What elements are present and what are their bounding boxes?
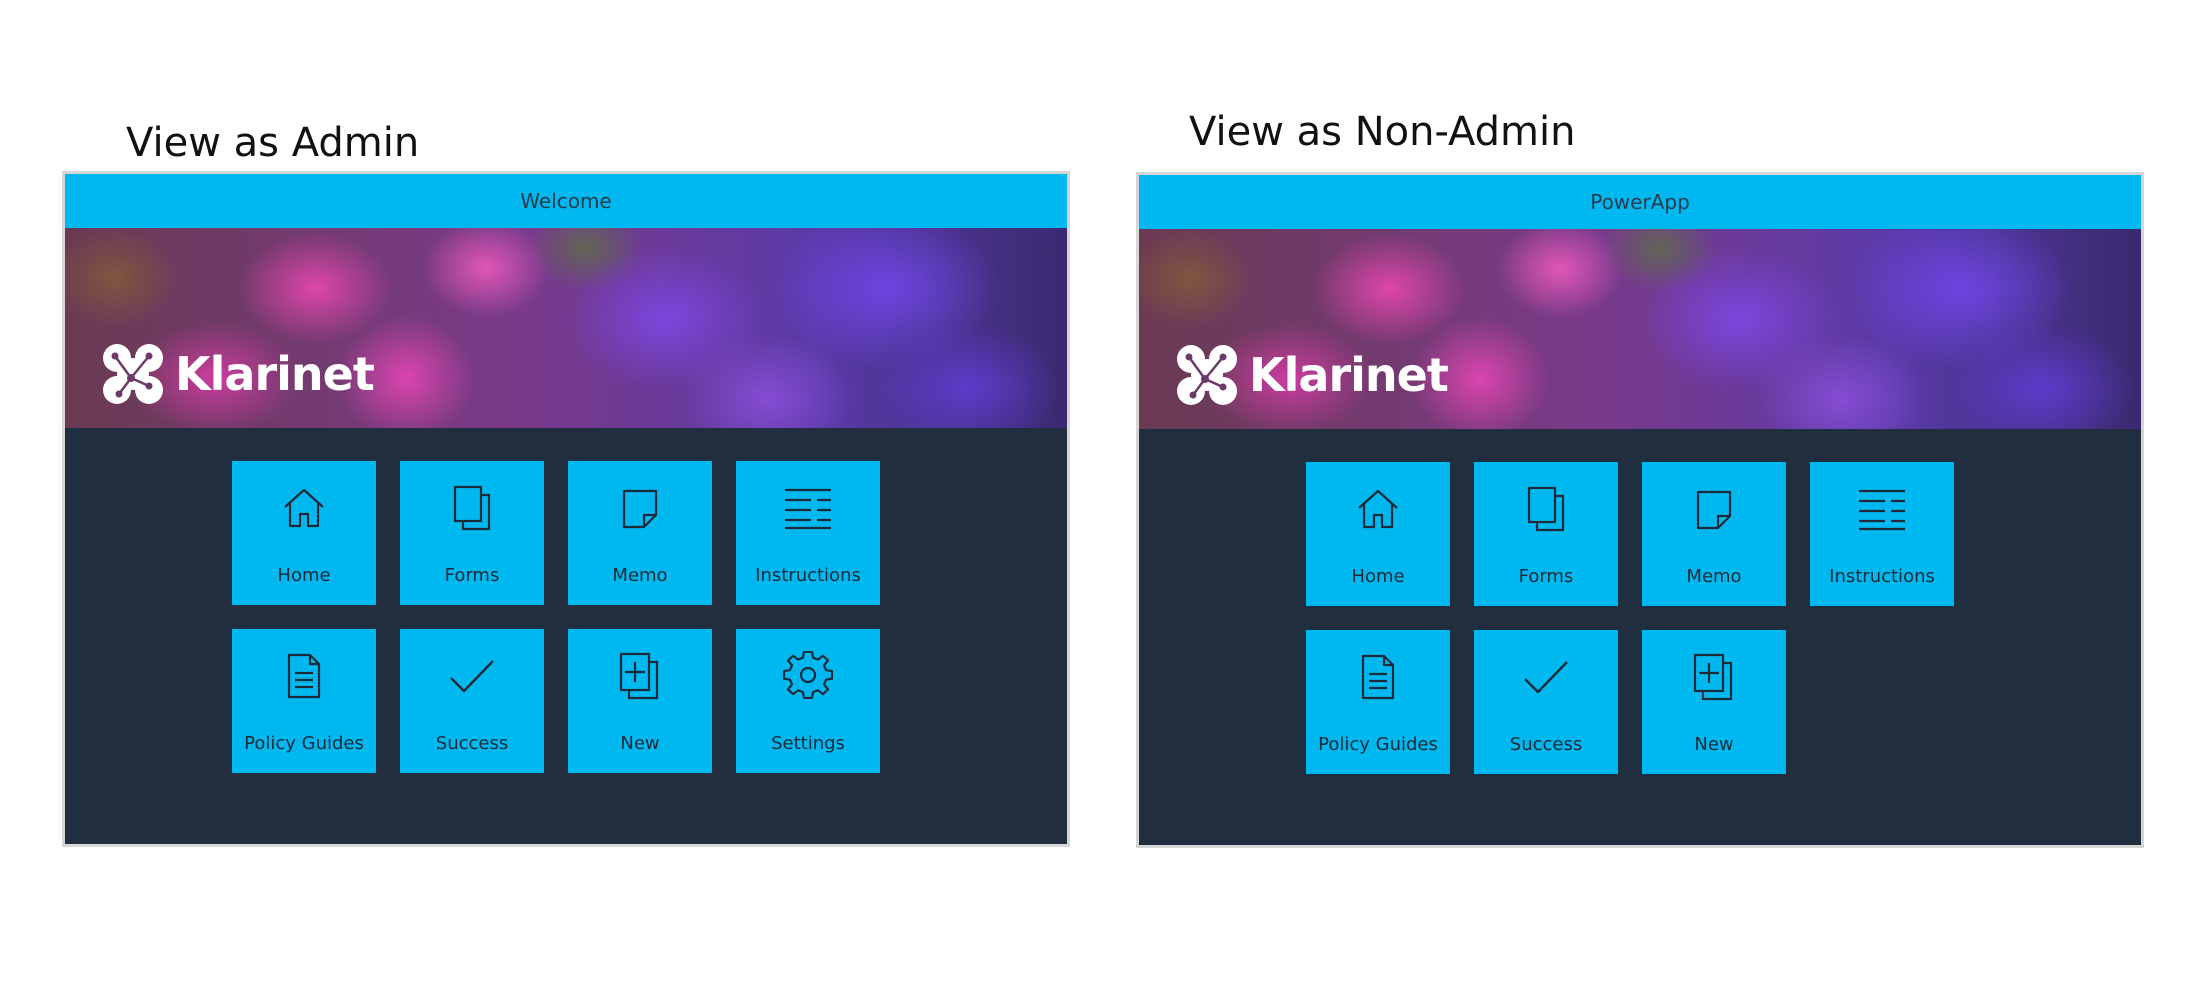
checkmark-icon <box>1521 652 1571 702</box>
tile-label: New <box>1694 734 1734 755</box>
header-title: PowerApp <box>1590 190 1690 214</box>
tile-label: Home <box>277 565 331 586</box>
tile-forms[interactable]: Forms <box>400 461 544 605</box>
tile-label: New <box>620 733 660 754</box>
tile-label: Policy Guides <box>244 733 364 754</box>
admin-view-label: View as Admin <box>126 120 420 166</box>
tile-label: Policy Guides <box>1318 734 1438 755</box>
tile-label: Memo <box>1686 566 1742 587</box>
banner-image: Klarinet <box>65 228 1067 428</box>
tile-instructions[interactable]: Instructions <box>736 461 880 605</box>
brand-logo: Klarinet <box>1171 339 1449 411</box>
instructions-icon <box>783 483 833 533</box>
tile-success[interactable]: Success <box>1474 630 1618 774</box>
tile-policy-guides[interactable]: Policy Guides <box>1306 630 1450 774</box>
nonadmin-app-frame: PowerApp Klarinet Home Forms Memo Instru… <box>1136 172 2144 848</box>
home-icon <box>1353 484 1403 534</box>
nonadmin-app-header: PowerApp <box>1139 175 2141 229</box>
tile-settings[interactable]: Settings <box>736 629 880 773</box>
brand-name: Klarinet <box>175 347 375 401</box>
tile-label: Memo <box>612 565 668 586</box>
document-icon <box>279 651 329 701</box>
tile-memo[interactable]: Memo <box>568 461 712 605</box>
tile-label: Forms <box>444 565 500 586</box>
banner-image: Klarinet <box>1139 229 2141 429</box>
tile-label: Instructions <box>1829 566 1935 587</box>
memo-icon <box>615 483 665 533</box>
header-title: Welcome <box>520 189 612 213</box>
gear-icon <box>783 651 833 701</box>
tile-instructions[interactable]: Instructions <box>1810 462 1954 606</box>
nonadmin-view-label: View as Non-Admin <box>1189 109 1576 155</box>
new-icon <box>1689 652 1739 702</box>
tile-label: Forms <box>1518 566 1574 587</box>
tile-label: Success <box>435 733 509 754</box>
new-icon <box>615 651 665 701</box>
tile-memo[interactable]: Memo <box>1642 462 1786 606</box>
home-icon <box>279 483 329 533</box>
klarinet-logo-icon <box>1177 345 1237 405</box>
klarinet-logo-icon <box>103 344 163 404</box>
tile-new[interactable]: New <box>1642 630 1786 774</box>
brand-name: Klarinet <box>1249 348 1449 402</box>
brand-logo: Klarinet <box>97 338 375 410</box>
admin-tile-grid: Home Forms Memo Instructions Policy Guid… <box>232 461 892 773</box>
tile-new[interactable]: New <box>568 629 712 773</box>
tile-label: Home <box>1351 566 1405 587</box>
checkmark-icon <box>447 651 497 701</box>
tile-home[interactable]: Home <box>232 461 376 605</box>
tile-success[interactable]: Success <box>400 629 544 773</box>
instructions-icon <box>1857 484 1907 534</box>
memo-icon <box>1689 484 1739 534</box>
admin-app-frame: Welcome Klarinet Home Forms Memo Instruc… <box>62 171 1070 847</box>
tile-policy-guides[interactable]: Policy Guides <box>232 629 376 773</box>
tile-home[interactable]: Home <box>1306 462 1450 606</box>
tile-forms[interactable]: Forms <box>1474 462 1618 606</box>
tile-label: Success <box>1509 734 1583 755</box>
tile-label: Instructions <box>755 565 861 586</box>
forms-icon <box>1521 484 1571 534</box>
tile-label: Settings <box>771 733 845 754</box>
admin-app-header: Welcome <box>65 174 1067 228</box>
forms-icon <box>447 483 497 533</box>
document-icon <box>1353 652 1403 702</box>
nonadmin-tile-grid: Home Forms Memo Instructions Policy Guid… <box>1306 462 1966 774</box>
